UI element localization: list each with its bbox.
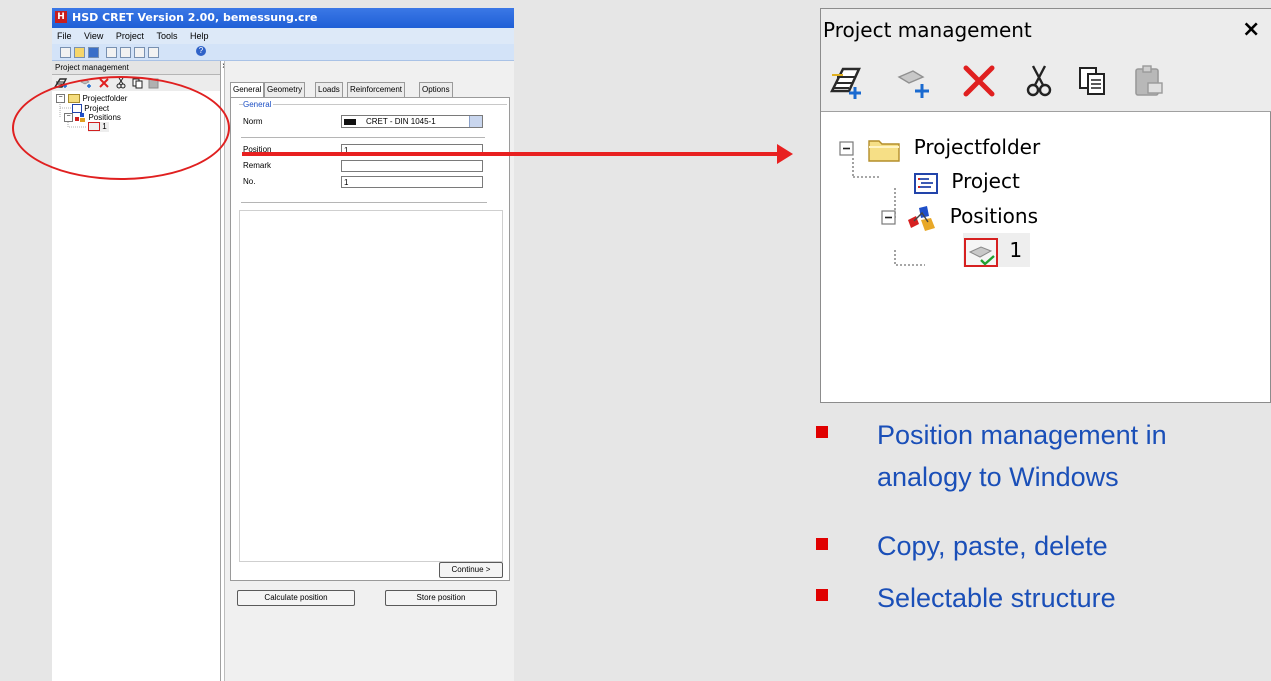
- collapse-icon[interactable]: [881, 209, 897, 226]
- main-toolbar: ?: [52, 44, 514, 61]
- zoom-panel-header: Project management ×: [821, 9, 1271, 51]
- app-icon: H: [55, 11, 67, 23]
- menu-file[interactable]: File: [57, 31, 72, 41]
- page-icon[interactable]: [120, 47, 131, 58]
- zoom-panel-title: Project management: [823, 18, 1032, 42]
- continue-button[interactable]: Continue >: [439, 562, 503, 578]
- menu-project[interactable]: Project: [116, 31, 144, 41]
- tree-label: Project: [951, 169, 1020, 193]
- tree-label: Projectfolder: [913, 135, 1041, 159]
- tab-reinforcement[interactable]: Reinforcement: [347, 82, 406, 97]
- tab-loads[interactable]: Loads: [315, 82, 343, 97]
- store-position-button[interactable]: Store position: [385, 590, 497, 606]
- menu-view[interactable]: View: [84, 31, 103, 41]
- bullet-3: Selectable structure: [877, 583, 1116, 613]
- position-icon: [964, 237, 998, 267]
- norm-select[interactable]: CRET - DIN 1045-1: [341, 115, 483, 128]
- no-input[interactable]: 1: [341, 176, 483, 188]
- panel-header: Project management ×: [52, 61, 228, 75]
- save-icon[interactable]: [88, 47, 99, 58]
- bullet-1-line-2: analogy to Windows: [877, 462, 1119, 492]
- collapse-icon[interactable]: [839, 140, 855, 157]
- open-folder-icon[interactable]: [74, 47, 85, 58]
- remark-input[interactable]: [341, 160, 483, 172]
- tree-node-projectfolder[interactable]: Projectfolder: [839, 130, 1040, 164]
- copy-icon[interactable]: [1075, 63, 1111, 99]
- paste-icon[interactable]: [1131, 63, 1167, 99]
- norm-value: CRET - DIN 1045-1: [366, 117, 436, 126]
- norm-label: Norm: [243, 117, 263, 126]
- clipboard-icon[interactable]: [134, 47, 145, 58]
- document-icon[interactable]: [148, 47, 159, 58]
- chevron-down-icon[interactable]: [469, 116, 482, 127]
- panel-title: Project management: [55, 63, 129, 72]
- bullet-marker: [816, 426, 828, 438]
- content-frame: [239, 210, 503, 562]
- close-icon[interactable]: ×: [1242, 9, 1260, 51]
- arrow-line: [242, 152, 782, 156]
- color-swatch: [344, 119, 356, 125]
- bullet-1-line-1: Position management in: [877, 420, 1167, 450]
- arrow-head-icon: [777, 144, 793, 164]
- cut-icon[interactable]: [1021, 63, 1057, 99]
- project-icon: [914, 172, 938, 194]
- window-title: HSD CRET Version 2.00, bemessung.cre: [72, 11, 318, 24]
- tree-node-project[interactable]: Project: [913, 164, 1020, 198]
- bullet-marker: [816, 538, 828, 550]
- bullet-2: Copy, paste, delete: [877, 531, 1108, 561]
- tree-label: 1: [1009, 238, 1023, 262]
- zoomed-project-panel: Project management × Projectfolder Proje…: [820, 8, 1271, 403]
- tree-node-position-1[interactable]: 1: [963, 233, 1031, 267]
- tree-label: Positions: [949, 204, 1039, 228]
- new-file-icon[interactable]: [60, 47, 71, 58]
- highlight-ellipse: [12, 76, 230, 180]
- menu-tools[interactable]: Tools: [156, 31, 177, 41]
- group-divider: [239, 104, 507, 105]
- no-label: No.: [243, 177, 256, 186]
- tab-options[interactable]: Options: [419, 82, 453, 97]
- print-icon[interactable]: [106, 47, 117, 58]
- folder-icon: [868, 139, 901, 162]
- new-folder-icon[interactable]: [829, 63, 865, 99]
- calculate-position-button[interactable]: Calculate position: [237, 590, 355, 606]
- new-position-icon[interactable]: [897, 63, 933, 99]
- section-divider: [241, 137, 485, 138]
- tab-geometry[interactable]: Geometry: [264, 82, 306, 97]
- tree-node-positions[interactable]: Positions: [881, 199, 1038, 233]
- menu-help[interactable]: Help: [190, 31, 209, 41]
- title-bar: H HSD CRET Version 2.00, bemessung.cre: [52, 8, 514, 28]
- general-tab-page: General Norm CRET - DIN 1045-1 Position …: [230, 97, 510, 581]
- help-icon[interactable]: ?: [196, 46, 206, 56]
- bullet-marker: [816, 589, 828, 601]
- positions-icon: [908, 205, 936, 231]
- zoom-panel-toolbar: [821, 51, 1271, 112]
- menu-bar: File View Project Tools Help: [52, 28, 514, 44]
- group-label: General: [243, 100, 274, 109]
- section-divider: [241, 202, 487, 203]
- tab-general[interactable]: General: [230, 82, 265, 98]
- zoom-project-tree: Projectfolder Project Positions 1: [821, 112, 1271, 403]
- delete-icon[interactable]: [961, 63, 997, 99]
- remark-label: Remark: [243, 161, 272, 170]
